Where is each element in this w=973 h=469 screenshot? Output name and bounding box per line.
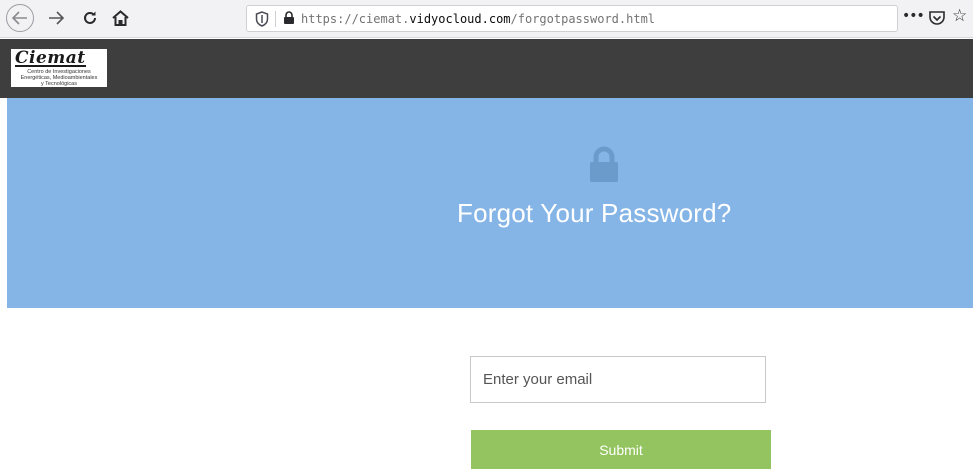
lock-icon (590, 146, 618, 182)
arrow-right-icon (49, 11, 64, 25)
home-button[interactable] (107, 5, 133, 31)
logo-wordmark: Ciemat (15, 49, 86, 68)
url-path: /forgotpassword.html (510, 12, 656, 26)
forward-button[interactable] (43, 5, 69, 31)
url-prefix: https://ciemat. (301, 12, 410, 26)
address-bar-divider (275, 11, 276, 27)
address-bar[interactable]: https://ciemat.vidyocloud.com/forgotpass… (246, 5, 898, 32)
bookmark-star-icon[interactable]: ☆ (952, 6, 967, 26)
site-header: Ciemat Centro de Investigaciones Energét… (0, 39, 973, 98)
arrow-left-icon (12, 11, 27, 25)
pocket-icon[interactable] (928, 9, 946, 27)
url-domain: vidyocloud.com (409, 12, 511, 26)
logo-tagline-3: y Tecnológicas (41, 81, 77, 87)
email-input[interactable] (470, 356, 766, 403)
padlock-icon[interactable] (283, 11, 295, 25)
reload-icon (84, 11, 96, 24)
page-title: Forgot Your Password? (457, 198, 732, 228)
submit-button[interactable]: Submit (471, 430, 771, 469)
home-icon (111, 10, 129, 26)
ciemat-logo[interactable]: Ciemat Centro de Investigaciones Energét… (11, 49, 107, 87)
tracking-shield-icon[interactable] (255, 11, 269, 27)
reload-button[interactable] (77, 5, 103, 31)
page-actions-icon[interactable]: ••• (902, 8, 925, 28)
browser-toolbar: https://ciemat.vidyocloud.com/forgotpass… (0, 0, 973, 38)
back-button[interactable] (6, 4, 34, 32)
url-text[interactable]: https://ciemat.vidyocloud.com/forgotpass… (301, 11, 655, 27)
